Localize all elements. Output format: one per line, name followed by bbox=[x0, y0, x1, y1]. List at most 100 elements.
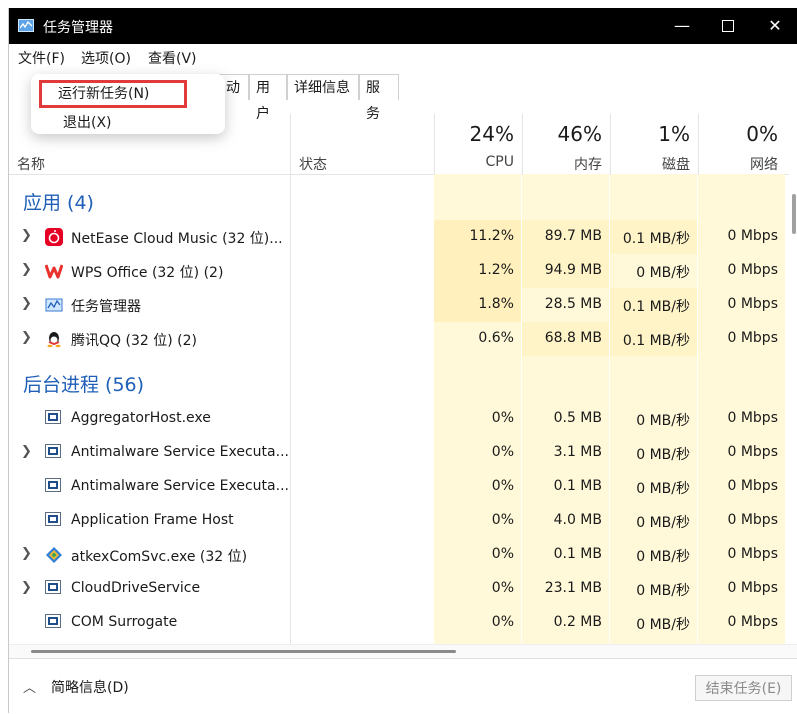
group-title: 后台进程 (56) bbox=[23, 374, 145, 396]
memory-value: 0.1 MB bbox=[553, 478, 602, 494]
network-value: 0 Mbps bbox=[727, 546, 778, 562]
network-value: 0 Mbps bbox=[727, 580, 778, 596]
disk-value: 0 MB/秒 bbox=[636, 447, 690, 463]
header-name[interactable]: 名称 bbox=[17, 154, 45, 174]
network-value: 0 Mbps bbox=[727, 478, 778, 494]
footer-bar: ︿ 简略信息(D) 结束任务(E) bbox=[9, 658, 797, 714]
disk-value: 0 MB/秒 bbox=[636, 413, 690, 429]
minimize-icon: — bbox=[674, 16, 690, 35]
cpu-value: 0% bbox=[491, 614, 514, 630]
menu-file[interactable]: 文件(F) bbox=[18, 48, 65, 68]
chevron-right-icon[interactable]: ❯ bbox=[21, 296, 32, 311]
table-row[interactable]: ❯ Antimalware Service Executa... 0% 3.1 … bbox=[9, 436, 789, 470]
table-row[interactable]: ❯ NetEase Cloud Music (32 位)... 11.2% 89… bbox=[9, 220, 789, 254]
table-row[interactable]: ❯ 腾讯QQ (32 位) (2) 0.6% 68.8 MB 0.1 MB/秒 … bbox=[9, 322, 789, 356]
cpu-label: CPU bbox=[485, 154, 514, 170]
cpu-value: 0% bbox=[491, 444, 514, 460]
process-name: WPS Office (32 位) (2) bbox=[71, 265, 224, 281]
app-window-icon bbox=[45, 444, 63, 462]
cpu-value: 1.2% bbox=[478, 262, 514, 278]
vertical-scrollbar[interactable] bbox=[789, 174, 797, 644]
minimize-button[interactable]: — bbox=[659, 8, 705, 44]
memory-value: 0.5 MB bbox=[553, 410, 602, 426]
task-manager-window: 任务管理器 — ✕ 文件(F) 选项(O) 查看(V) 启动 用户 详细信息 服… bbox=[8, 8, 797, 714]
table-row[interactable]: ❯ atkexComSvc.exe (32 位) 0% 0.1 MB 0 MB/… bbox=[9, 538, 789, 572]
network-value: 0 Mbps bbox=[727, 330, 778, 346]
network-total-percent: 0% bbox=[746, 122, 778, 146]
memory-value: 28.5 MB bbox=[544, 296, 602, 312]
process-name: AggregatorHost.exe bbox=[71, 410, 211, 426]
title-bar[interactable]: 任务管理器 — ✕ bbox=[9, 8, 797, 44]
network-value: 0 Mbps bbox=[727, 444, 778, 460]
qq-icon bbox=[45, 330, 63, 348]
app-window-icon bbox=[45, 512, 63, 530]
disk-value: 0.1 MB/秒 bbox=[622, 299, 690, 315]
fewer-details-link[interactable]: 简略信息(D) bbox=[51, 677, 129, 697]
chevron-right-icon[interactable]: ❯ bbox=[21, 262, 32, 277]
horizontal-scrollbar[interactable] bbox=[9, 644, 797, 659]
chevron-right-icon[interactable]: ❯ bbox=[21, 228, 32, 243]
group-header-apps[interactable]: 应用 (4) bbox=[9, 182, 789, 216]
table-row[interactable]: ❯ 任务管理器 1.8% 28.5 MB 0.1 MB/秒 0 Mbps bbox=[9, 288, 789, 322]
group-title: 应用 (4) bbox=[23, 192, 94, 214]
cpu-value: 0% bbox=[491, 512, 514, 528]
app-window-icon bbox=[45, 614, 63, 632]
memory-value: 0.1 MB bbox=[553, 546, 602, 562]
close-button[interactable]: ✕ bbox=[752, 8, 797, 44]
menu-options[interactable]: 选项(O) bbox=[81, 48, 131, 68]
cpu-value: 0% bbox=[491, 478, 514, 494]
maximize-icon bbox=[722, 20, 734, 32]
group-header-background[interactable]: 后台进程 (56) bbox=[9, 364, 789, 398]
menu-view[interactable]: 查看(V) bbox=[148, 48, 197, 68]
table-row[interactable]: ❯ WPS Office (32 位) (2) 1.2% 94.9 MB 0 M… bbox=[9, 254, 789, 288]
task-manager-icon bbox=[45, 296, 63, 314]
network-value: 0 Mbps bbox=[727, 410, 778, 426]
window-title: 任务管理器 bbox=[43, 20, 113, 36]
horizontal-scroll-thumb[interactable] bbox=[31, 650, 456, 653]
cpu-value: 1.8% bbox=[478, 296, 514, 312]
tab-users[interactable]: 用户 bbox=[249, 74, 287, 122]
memory-value: 4.0 MB bbox=[553, 512, 602, 528]
table-row[interactable]: Antimalware Service Executa... 0% 0.1 MB… bbox=[9, 470, 789, 504]
chevron-right-icon[interactable]: ❯ bbox=[21, 330, 32, 345]
chevron-right-icon[interactable]: ❯ bbox=[21, 580, 32, 595]
cpu-total-percent: 24% bbox=[469, 122, 514, 146]
header-status[interactable]: 状态 bbox=[299, 154, 327, 174]
maximize-button[interactable] bbox=[705, 8, 751, 44]
network-value: 0 Mbps bbox=[727, 296, 778, 312]
process-name: NetEase Cloud Music (32 位)... bbox=[71, 231, 283, 247]
network-value: 0 Mbps bbox=[727, 228, 778, 244]
cpu-value: 11.2% bbox=[469, 228, 514, 244]
disk-value: 0 MB/秒 bbox=[636, 481, 690, 497]
chevron-up-icon[interactable]: ︿ bbox=[23, 677, 36, 696]
memory-total-percent: 46% bbox=[557, 122, 602, 146]
tab-details[interactable]: 详细信息 bbox=[287, 74, 359, 100]
network-value: 0 Mbps bbox=[727, 262, 778, 278]
chevron-right-icon[interactable]: ❯ bbox=[21, 546, 32, 561]
app-window-icon bbox=[45, 410, 63, 428]
tab-services[interactable]: 服务 bbox=[359, 74, 399, 122]
process-list: 应用 (4) ❯ NetEase Cloud Music (32 位)... 1… bbox=[9, 174, 789, 644]
app-window-icon bbox=[45, 478, 63, 496]
process-name: 任务管理器 bbox=[71, 299, 141, 315]
vertical-scroll-thumb[interactable] bbox=[792, 194, 796, 234]
table-row[interactable]: ❯ CloudDriveService 0% 23.1 MB 0 MB/秒 0 … bbox=[9, 572, 789, 606]
disk-label: 磁盘 bbox=[662, 157, 690, 173]
network-value: 0 Mbps bbox=[727, 512, 778, 528]
process-name: Application Frame Host bbox=[71, 512, 234, 528]
table-row[interactable]: AggregatorHost.exe 0% 0.5 MB 0 MB/秒 0 Mb… bbox=[9, 402, 789, 436]
end-task-button[interactable]: 结束任务(E) bbox=[695, 675, 792, 701]
network-label: 网络 bbox=[750, 157, 778, 173]
run-new-task-menu-item[interactable]: 运行新任务(N) bbox=[39, 80, 187, 108]
menu-bar: 文件(F) 选项(O) 查看(V) bbox=[9, 44, 797, 68]
exit-menu-item[interactable]: 退出(X) bbox=[63, 112, 112, 132]
close-icon: ✕ bbox=[768, 16, 782, 35]
table-row[interactable]: COM Surrogate 0% 0.2 MB 0 MB/秒 0 Mbps bbox=[9, 606, 789, 640]
chevron-right-icon[interactable]: ❯ bbox=[21, 444, 32, 459]
disk-value: 0 MB/秒 bbox=[636, 549, 690, 565]
table-row[interactable]: Application Frame Host 0% 4.0 MB 0 MB/秒 … bbox=[9, 504, 789, 538]
disk-value: 0 MB/秒 bbox=[636, 583, 690, 599]
task-manager-app-icon bbox=[18, 19, 34, 32]
disk-value: 0 MB/秒 bbox=[636, 617, 690, 633]
process-name: CloudDriveService bbox=[71, 580, 201, 596]
